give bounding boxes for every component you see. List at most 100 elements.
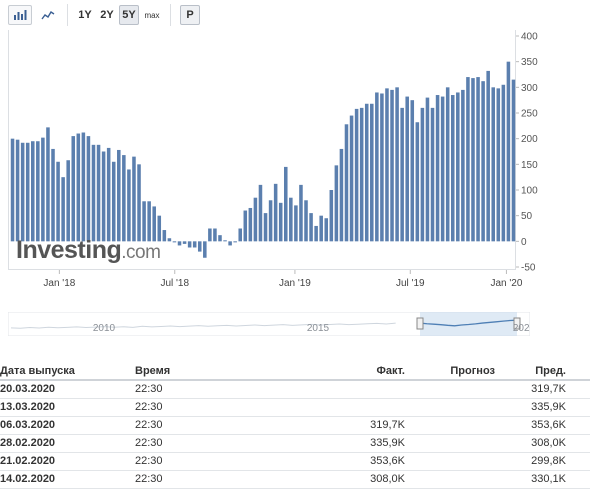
bar[interactable] (450, 95, 455, 242)
bar[interactable] (36, 141, 40, 242)
bar[interactable] (349, 115, 354, 242)
bar[interactable] (324, 218, 329, 242)
bar[interactable] (435, 95, 440, 242)
bar[interactable] (329, 190, 334, 242)
bar[interactable] (410, 100, 415, 242)
bar[interactable] (15, 139, 20, 242)
bar[interactable] (56, 161, 60, 242)
bar[interactable] (263, 213, 268, 242)
bar[interactable] (425, 97, 430, 242)
bar[interactable] (289, 197, 293, 242)
bar[interactable] (440, 96, 445, 242)
bar[interactable] (385, 88, 389, 242)
bar[interactable] (167, 238, 172, 242)
chart-navigator[interactable]: 2010 2015 2020 (8, 312, 530, 336)
bar[interactable] (354, 108, 359, 242)
col-header-forecast[interactable]: Прогноз (405, 362, 525, 381)
bar[interactable] (278, 202, 283, 242)
bar[interactable] (172, 241, 177, 243)
bar[interactable] (294, 205, 298, 242)
bar[interactable] (213, 228, 217, 242)
bar[interactable] (223, 240, 227, 242)
bar[interactable] (177, 241, 182, 246)
bar[interactable] (461, 89, 465, 242)
bar[interactable] (380, 93, 384, 242)
bar[interactable] (46, 127, 50, 242)
bar[interactable] (41, 137, 45, 242)
bar[interactable] (476, 77, 480, 242)
bar[interactable] (111, 161, 116, 242)
bar[interactable] (31, 141, 35, 242)
bar[interactable] (375, 92, 379, 242)
bar[interactable] (192, 241, 197, 248)
bar[interactable] (496, 88, 501, 242)
bar[interactable] (395, 87, 399, 242)
bar[interactable] (187, 241, 192, 248)
bar[interactable] (228, 241, 232, 246)
bar[interactable] (233, 241, 237, 243)
bar[interactable] (243, 210, 248, 242)
bar[interactable] (268, 200, 273, 242)
bar[interactable] (491, 87, 495, 242)
bar[interactable] (309, 213, 313, 242)
bar[interactable] (127, 169, 131, 242)
bar[interactable] (314, 225, 318, 242)
bar[interactable] (471, 78, 475, 242)
bar[interactable] (390, 89, 394, 242)
bar[interactable] (430, 107, 435, 242)
bar[interactable] (284, 166, 288, 242)
bar[interactable] (248, 207, 253, 242)
col-header-previous[interactable]: Пред. (525, 362, 590, 381)
bar[interactable] (445, 87, 450, 242)
bar[interactable] (203, 241, 207, 258)
bar[interactable] (253, 197, 258, 242)
bar[interactable] (506, 61, 511, 242)
bar[interactable] (370, 103, 374, 242)
bar[interactable] (162, 230, 167, 242)
navigator-left-handle[interactable] (416, 317, 424, 330)
bar[interactable] (96, 144, 101, 242)
bar[interactable] (420, 107, 425, 242)
bar[interactable] (344, 124, 349, 242)
bar[interactable] (86, 136, 91, 242)
bar[interactable] (456, 92, 460, 242)
bar[interactable] (319, 215, 323, 242)
bar[interactable] (76, 133, 81, 242)
bar[interactable] (61, 177, 65, 242)
bar[interactable] (66, 160, 70, 242)
bar[interactable] (51, 148, 55, 242)
bar[interactable] (91, 144, 96, 242)
bar[interactable] (20, 142, 25, 242)
bar[interactable] (218, 235, 222, 242)
bar[interactable] (197, 241, 202, 252)
bar[interactable] (486, 70, 490, 242)
col-header-actual[interactable]: Факт. (370, 362, 405, 381)
bar[interactable] (415, 122, 420, 242)
bar[interactable] (71, 136, 76, 242)
bar[interactable] (299, 184, 303, 242)
bar[interactable] (359, 107, 364, 242)
bar[interactable] (304, 200, 308, 242)
bar[interactable] (182, 241, 187, 244)
bar[interactable] (122, 155, 126, 242)
bar[interactable] (117, 149, 121, 242)
bar[interactable] (238, 228, 242, 242)
bar[interactable] (334, 165, 339, 242)
bar[interactable] (481, 81, 485, 242)
bar[interactable] (106, 147, 111, 242)
bar[interactable] (81, 132, 86, 242)
bar[interactable] (258, 184, 263, 242)
bar[interactable] (132, 156, 136, 242)
col-header-date[interactable]: Дата выпуска (0, 362, 135, 381)
bar[interactable] (511, 79, 516, 242)
bar[interactable] (339, 148, 344, 242)
bar[interactable] (400, 107, 404, 242)
bar[interactable] (405, 96, 409, 242)
bar[interactable] (273, 183, 278, 242)
bar[interactable] (501, 84, 506, 242)
col-header-time[interactable]: Время (135, 362, 370, 381)
bar[interactable] (25, 142, 30, 242)
bar[interactable] (10, 138, 15, 242)
bar[interactable] (208, 228, 212, 242)
bar[interactable] (364, 103, 369, 242)
